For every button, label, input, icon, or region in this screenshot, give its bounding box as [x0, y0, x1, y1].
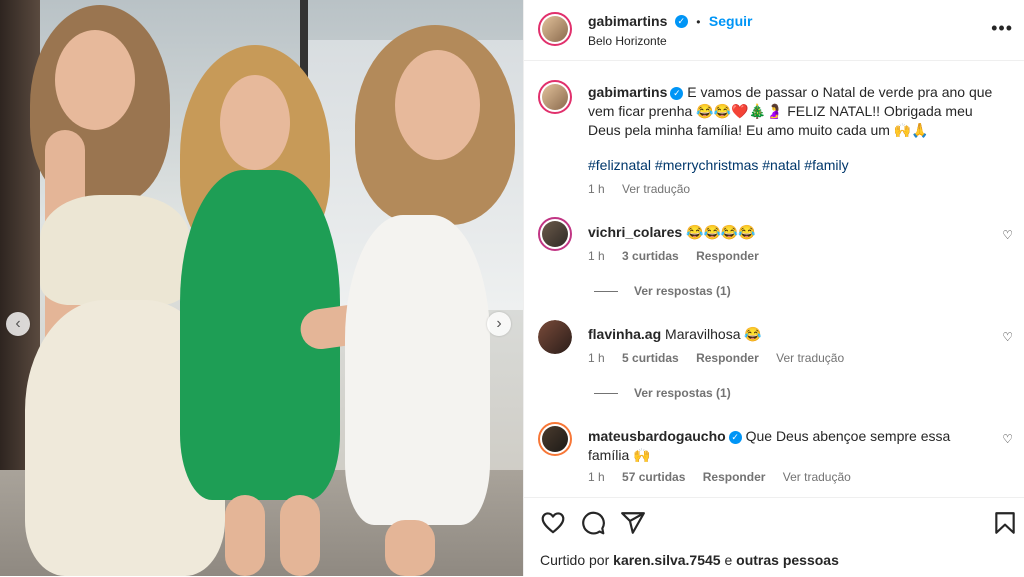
- caption-username[interactable]: gabimartins: [588, 84, 667, 100]
- face-right: [395, 50, 480, 160]
- post-photo: ‹ ›: [0, 0, 523, 576]
- comment-time: 1 h: [588, 249, 605, 263]
- comment-reply-button[interactable]: Responder: [696, 249, 759, 263]
- comment-time: 1 h: [588, 470, 605, 484]
- separator-dot: •: [696, 15, 701, 29]
- caption-translate-link[interactable]: Ver tradução: [622, 182, 690, 196]
- leg-middle-2: [280, 495, 320, 576]
- post-header: gabimartins ✓ • Seguir Belo Horizonte ••…: [524, 0, 1024, 61]
- comment-reply-button[interactable]: Responder: [696, 351, 759, 365]
- liked-by-user[interactable]: karen.silva.7545: [613, 552, 720, 568]
- caption-hashtags[interactable]: #feliznatal #merrychristmas #natal #fami…: [588, 157, 849, 173]
- author-username[interactable]: gabimartins: [588, 13, 667, 29]
- caption-avatar[interactable]: [538, 80, 572, 114]
- comment-username[interactable]: vichri_colares: [588, 224, 682, 240]
- comment-likes[interactable]: 57 curtidas: [622, 470, 685, 484]
- view-replies-button[interactable]: Ver respostas (1): [594, 386, 731, 400]
- comment-like-heart-icon[interactable]: ♡: [1002, 432, 1013, 446]
- heart-icon[interactable]: [540, 510, 566, 536]
- comment-avatar[interactable]: [538, 422, 572, 456]
- view-replies-button[interactable]: Ver respostas (1): [594, 284, 731, 298]
- caption-time: 1 h: [588, 182, 605, 196]
- carousel-next-button[interactable]: ›: [487, 312, 511, 336]
- comment-likes[interactable]: 5 curtidas: [622, 351, 679, 365]
- comment-avatar[interactable]: [538, 217, 572, 251]
- comment-reply-button[interactable]: Responder: [703, 470, 766, 484]
- leg-middle-1: [225, 495, 265, 576]
- comment-text: Maravilhosa 😂: [665, 326, 762, 342]
- leg-right: [385, 520, 435, 576]
- comment-likes[interactable]: 3 curtidas: [622, 249, 679, 263]
- comment-username[interactable]: flavinha.ag: [588, 326, 661, 342]
- dress-right: [345, 215, 490, 525]
- bookmark-icon[interactable]: [992, 510, 1018, 536]
- liked-by-others[interactable]: outras pessoas: [736, 552, 839, 568]
- face-middle: [220, 75, 290, 170]
- comment-icon[interactable]: [580, 510, 606, 536]
- carousel-prev-button[interactable]: ‹: [6, 312, 30, 336]
- post-location[interactable]: Belo Horizonte: [588, 34, 667, 48]
- author-avatar[interactable]: [538, 12, 572, 46]
- comment-text: 😂😂😂😂: [686, 224, 756, 240]
- post-side-panel: gabimartins ✓ • Seguir Belo Horizonte ••…: [523, 0, 1024, 576]
- comment-username[interactable]: mateusbardogaucho: [588, 428, 726, 444]
- comment-avatar[interactable]: [538, 320, 572, 354]
- share-icon[interactable]: [620, 510, 646, 536]
- verified-icon: ✓: [670, 86, 684, 100]
- face-left: [55, 30, 135, 130]
- post-actions-bar: Curtido por karen.silva.7545 e outras pe…: [524, 497, 1024, 577]
- more-options-icon[interactable]: •••: [991, 18, 1013, 39]
- follow-button[interactable]: Seguir: [709, 13, 753, 29]
- comment-translate-link[interactable]: Ver tradução: [776, 351, 844, 365]
- comment-like-heart-icon[interactable]: ♡: [1002, 228, 1013, 242]
- verified-icon: ✓: [728, 430, 742, 444]
- comment-like-heart-icon[interactable]: ♡: [1002, 330, 1013, 344]
- verified-icon: ✓: [674, 15, 688, 29]
- top-left: [40, 195, 190, 305]
- comment-translate-link[interactable]: Ver tradução: [783, 470, 851, 484]
- comment-time: 1 h: [588, 351, 605, 365]
- liked-by-text: Curtido por karen.silva.7545 e outras pe…: [540, 552, 839, 568]
